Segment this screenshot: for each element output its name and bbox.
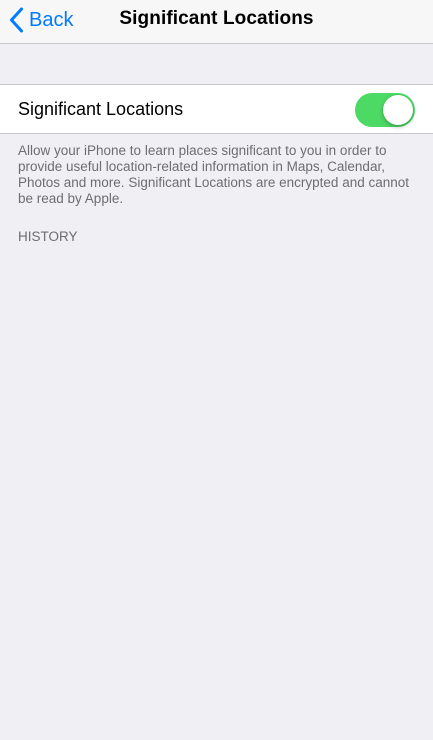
significant-locations-cell: Significant Locations [0,84,433,134]
history-section-header: HISTORY [18,229,78,244]
page-title: Significant Locations [119,8,314,29]
navigation-bar: Back Significant Locations [0,0,433,44]
description-footer: Allow your iPhone to learn places signif… [18,143,409,206]
significant-locations-label: Significant Locations [18,99,184,119]
toggle-knob [383,95,413,125]
significant-locations-toggle[interactable] [355,93,415,127]
